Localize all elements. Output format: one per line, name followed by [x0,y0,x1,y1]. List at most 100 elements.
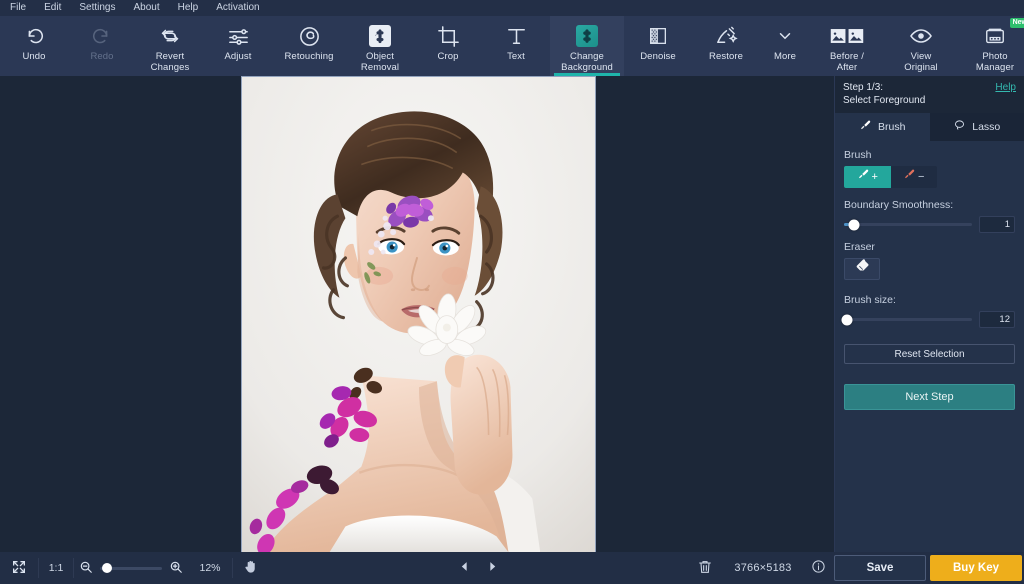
brush-mode-toggle: + − [844,166,937,188]
boundary-smoothness-slider[interactable] [844,219,972,230]
boundary-smoothness-row: 1 [844,216,1015,233]
redo-icon [91,23,113,49]
adjust-button[interactable]: Adjust [204,16,272,76]
brush-size-label: Brush size: [844,294,896,306]
brush-add-button[interactable]: + [844,166,891,188]
previous-image-icon [458,560,471,576]
hand-tool-button[interactable] [233,552,269,584]
hand-tool-icon [243,559,259,578]
revert-icon [159,23,181,49]
brush-remove-icon [903,168,916,186]
reset-selection-button[interactable]: Reset Selection [844,344,1015,364]
object-removal-label-line1: Object [365,51,395,62]
revert-changes-button[interactable]: Revert Changes [136,16,204,76]
object-removal-button[interactable]: Object Removal [346,16,414,76]
undo-button[interactable]: Undo [0,16,68,76]
zoom-level-label: 12% [199,562,221,574]
redo-button[interactable]: Redo [68,16,136,76]
next-step-button[interactable]: Next Step [844,384,1015,410]
crop-button[interactable]: Crop [414,16,482,76]
next-image-icon [486,560,499,576]
denoise-label: Denoise [640,51,676,62]
denoise-button[interactable]: Denoise [624,16,692,76]
photo-manager-button[interactable]: New Photo Manager [958,16,1024,76]
brush-add-sign: + [871,170,878,183]
menu-item-edit[interactable]: Edit [42,0,63,16]
menu-item-activation[interactable]: Activation [214,0,261,16]
zoom-slider-knob[interactable] [102,563,113,573]
step-header: Step 1/3: Select Foreground Help [835,76,1024,113]
image-info-button[interactable] [804,552,832,584]
save-button-container: Save [832,552,928,584]
view-original-label-line1: View [910,51,932,62]
fit-to-screen-button[interactable] [0,552,38,584]
menu-item-file[interactable]: File [8,0,28,16]
workspace: Step 1/3: Select Foreground Help Brush L… [0,76,1024,552]
info-icon [811,559,826,577]
crop-label: Crop [437,51,459,62]
brush-size-value[interactable]: 12 [979,311,1015,328]
before-after-icon [830,23,864,49]
sliders-icon [227,23,250,49]
change-background-button[interactable]: Change Background [550,16,624,76]
previous-image-button[interactable] [451,552,479,584]
zoom-out-button[interactable] [74,552,98,584]
menu-item-about[interactable]: About [132,0,162,16]
zoom-in-button[interactable] [164,552,188,584]
fit-screen-icon [11,559,27,578]
undo-label: Undo [22,51,46,62]
buy-key-button[interactable]: Buy Key [930,555,1022,581]
photo-manager-icon [984,23,1006,49]
retouching-button[interactable]: Retouching [272,16,346,76]
step-line2: Select Foreground [843,94,926,106]
revert-label-line2: Changes [150,61,190,73]
eraser-icon [855,259,870,279]
eraser-button[interactable] [844,258,880,280]
tab-brush[interactable]: Brush [835,113,930,141]
menu-item-help[interactable]: Help [176,0,201,16]
delete-image-button[interactable] [688,552,722,584]
object-removal-icon [369,23,391,49]
eraser-label: Eraser [844,241,875,253]
brush-size-knob[interactable] [841,314,853,325]
brush-options: Brush + − Boundary Smoothness: 1 Eraser … [835,141,1024,552]
zoom-in-icon [169,560,183,577]
text-button[interactable]: Text [482,16,550,76]
eye-icon [909,23,933,49]
more-label: More [773,51,797,62]
restore-button[interactable]: Restore [692,16,760,76]
redo-label: Redo [90,51,114,62]
brush-size-slider[interactable] [841,314,972,325]
restore-icon [715,23,738,49]
restore-label: Restore [709,51,743,62]
brush-add-icon [857,168,870,186]
zoom-slider-container[interactable] [98,552,164,584]
boundary-smoothness-knob[interactable] [848,219,860,230]
application-window: File Edit Settings About Help Activation… [0,0,1024,584]
photo-frame[interactable] [241,76,596,552]
more-button[interactable]: More [760,16,810,76]
image-canvas[interactable] [0,76,834,552]
menu-item-settings[interactable]: Settings [77,0,117,16]
crop-icon [437,23,460,49]
help-link[interactable]: Help [995,82,1016,93]
zoom-slider[interactable] [100,563,162,573]
change-background-icon [576,23,598,49]
brush-remove-button[interactable]: − [891,166,938,188]
undo-icon [23,23,45,49]
tab-lasso[interactable]: Lasso [929,113,1024,141]
tool-options-panel: Step 1/3: Select Foreground Help Brush L… [834,76,1024,552]
main-toolbar: Undo Redo Revert Changes Adjust Retouchi… [0,16,1024,76]
zoom-1-1-button[interactable]: 1:1 [39,552,73,584]
next-image-button[interactable] [479,552,507,584]
toolbar-history-group: Undo Redo Revert Changes [0,16,204,76]
text-label: Text [507,51,525,62]
boundary-smoothness-value[interactable]: 1 [979,216,1015,233]
save-button[interactable]: Save [834,555,926,581]
before-after-button[interactable]: Before / After [810,16,884,76]
view-original-button[interactable]: View Original [884,16,958,76]
brush-size-row: 12 [841,311,1015,328]
brush-section-label: Brush [844,149,872,161]
menu-bar: File Edit Settings About Help Activation [0,0,1024,16]
retouching-label: Retouching [284,51,334,62]
